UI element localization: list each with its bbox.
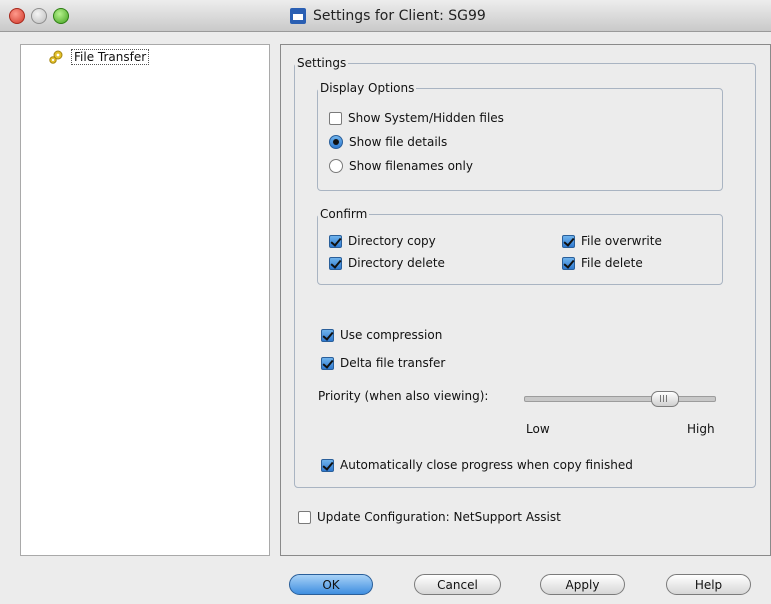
tree-item-label: File Transfer bbox=[71, 49, 150, 65]
zoom-window-button[interactable] bbox=[53, 8, 69, 24]
delta-transfer-label: Delta file transfer bbox=[340, 356, 446, 370]
checkbox-box bbox=[562, 234, 575, 248]
priority-label: Priority (when also viewing): bbox=[318, 389, 489, 403]
checkbox-box bbox=[298, 510, 311, 524]
checkbox-box bbox=[329, 111, 342, 125]
apply-button[interactable]: Apply bbox=[540, 574, 625, 595]
gear-pair-icon bbox=[49, 50, 63, 64]
ok-button[interactable]: OK bbox=[289, 574, 373, 595]
title-bar: Settings for Client: SG99 bbox=[0, 0, 771, 32]
checkbox-box bbox=[562, 256, 575, 270]
show-filenames-only-label: Show filenames only bbox=[349, 159, 473, 173]
priority-low-label: Low bbox=[526, 422, 550, 436]
show-hidden-checkbox[interactable]: Show System/Hidden files bbox=[329, 109, 504, 127]
show-file-details-radio[interactable]: Show file details bbox=[329, 133, 447, 151]
file-overwrite-checkbox[interactable]: File overwrite bbox=[562, 232, 662, 250]
priority-slider[interactable] bbox=[524, 391, 716, 407]
show-hidden-label: Show System/Hidden files bbox=[348, 111, 504, 125]
checkbox-box bbox=[321, 356, 334, 370]
show-filenames-only-radio[interactable]: Show filenames only bbox=[329, 157, 473, 175]
category-tree: File Transfer bbox=[20, 44, 270, 556]
window-title: Settings for Client: SG99 bbox=[313, 8, 486, 24]
checkbox-box bbox=[321, 458, 334, 472]
use-compression-label: Use compression bbox=[340, 328, 443, 342]
app-icon bbox=[290, 8, 306, 24]
auto-close-label: Automatically close progress when copy f… bbox=[340, 458, 633, 472]
confirm-legend: Confirm bbox=[320, 207, 368, 221]
window-title-area: Settings for Client: SG99 bbox=[290, 6, 486, 26]
radio-selected bbox=[329, 135, 343, 149]
tree-item-file-transfer[interactable]: File Transfer bbox=[49, 49, 150, 65]
checkbox-box bbox=[329, 256, 342, 270]
file-overwrite-label: File overwrite bbox=[581, 234, 662, 248]
radio-unselected bbox=[329, 159, 343, 173]
settings-legend: Settings bbox=[297, 56, 347, 70]
delta-transfer-checkbox[interactable]: Delta file transfer bbox=[321, 354, 445, 372]
directory-delete-label: Directory delete bbox=[348, 256, 445, 270]
help-button[interactable]: Help bbox=[666, 574, 751, 595]
settings-panel: Settings Display Options Show System/Hid… bbox=[280, 44, 771, 556]
directory-copy-checkbox[interactable]: Directory copy bbox=[329, 232, 436, 250]
cancel-button[interactable]: Cancel bbox=[414, 574, 501, 595]
minimize-window-button[interactable] bbox=[31, 8, 47, 24]
directory-copy-label: Directory copy bbox=[348, 234, 436, 248]
priority-high-label: High bbox=[687, 422, 715, 436]
close-window-button[interactable] bbox=[9, 8, 25, 24]
update-config-label: Update Configuration: NetSupport Assist bbox=[317, 510, 561, 524]
directory-delete-checkbox[interactable]: Directory delete bbox=[329, 254, 445, 272]
file-delete-label: File delete bbox=[581, 256, 643, 270]
checkbox-box bbox=[321, 328, 334, 342]
use-compression-checkbox[interactable]: Use compression bbox=[321, 326, 442, 344]
file-delete-checkbox[interactable]: File delete bbox=[562, 254, 643, 272]
update-config-checkbox[interactable]: Update Configuration: NetSupport Assist bbox=[298, 508, 561, 526]
auto-close-checkbox[interactable]: Automatically close progress when copy f… bbox=[321, 456, 633, 474]
display-options-legend: Display Options bbox=[320, 81, 415, 95]
checkbox-box bbox=[329, 234, 342, 248]
show-file-details-label: Show file details bbox=[349, 135, 448, 149]
priority-slider-handle[interactable] bbox=[651, 391, 679, 407]
